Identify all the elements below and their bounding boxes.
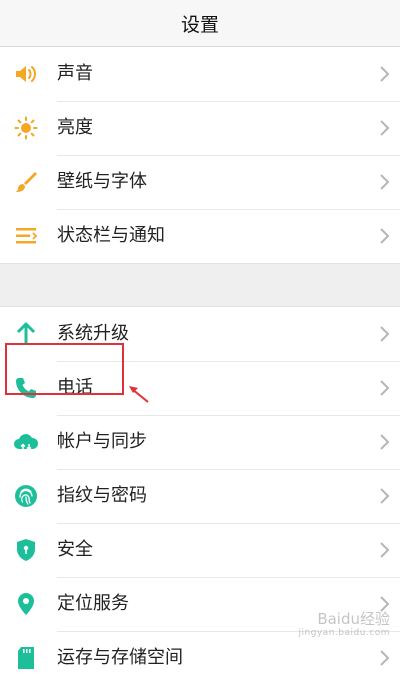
- settings-group-display: 声音 亮度 壁纸与字体 状态栏与通知: [0, 47, 400, 263]
- settings-item-account-sync[interactable]: 帐户与同步: [0, 415, 400, 470]
- phone-icon: [12, 374, 40, 402]
- settings-item-label: 状态栏与通知: [57, 225, 165, 246]
- settings-item-label: 系统升级: [57, 307, 400, 362]
- page-title: 设置: [180, 13, 219, 36]
- annotation-arrow-icon: [129, 386, 149, 403]
- sun-icon: [12, 114, 40, 142]
- chevron-right-icon: [380, 542, 390, 558]
- chevron-right-icon: [380, 174, 390, 190]
- chevron-right-icon: [380, 120, 390, 136]
- section-divider: [0, 263, 400, 307]
- settings-item-label: 帐户与同步: [57, 415, 400, 470]
- location-pin-icon: [12, 590, 40, 618]
- settings-item-label: 指纹与密码: [57, 469, 400, 524]
- settings-item-fingerprint-password[interactable]: 指纹与密码: [0, 469, 400, 524]
- arrow-up-icon: [12, 320, 40, 348]
- settings-item-sound[interactable]: 声音: [0, 47, 400, 102]
- chevron-right-icon: [380, 434, 390, 450]
- cloud-sync-icon: [12, 428, 40, 456]
- shield-icon: [12, 536, 40, 564]
- settings-item-label: 亮度: [57, 101, 400, 156]
- settings-item-label: 安全: [57, 523, 400, 578]
- chevron-right-icon: [380, 380, 390, 396]
- settings-item-statusbar-notification[interactable]: 状态栏与通知: [0, 209, 400, 263]
- speaker-icon: [12, 60, 40, 88]
- settings-item-phone[interactable]: 电话: [0, 361, 400, 416]
- chevron-right-icon: [380, 228, 390, 244]
- sd-card-icon: [12, 644, 40, 672]
- fingerprint-icon: [12, 482, 40, 510]
- chevron-right-icon: [380, 66, 390, 82]
- chevron-right-icon: [380, 650, 390, 666]
- settings-item-system-update[interactable]: 系统升级: [0, 307, 400, 362]
- settings-item-label: 电话: [57, 361, 400, 416]
- settings-item-security[interactable]: 安全: [0, 523, 400, 578]
- settings-item-label: 声音: [57, 47, 400, 102]
- watermark: Baidu经验 jingyan.baidu.com: [298, 612, 390, 640]
- list-icon: [12, 222, 40, 250]
- brush-icon: [12, 168, 40, 196]
- chevron-right-icon: [380, 488, 390, 504]
- settings-item-wallpaper-font[interactable]: 壁纸与字体: [0, 155, 400, 210]
- watermark-logo-text: Baidu经验: [317, 610, 390, 628]
- settings-item-brightness[interactable]: 亮度: [0, 101, 400, 156]
- title-bar: 设置: [0, 0, 400, 47]
- settings-item-label: 壁纸与字体: [57, 155, 400, 210]
- watermark-url: jingyan.baidu.com: [298, 628, 390, 638]
- chevron-right-icon: [380, 326, 390, 342]
